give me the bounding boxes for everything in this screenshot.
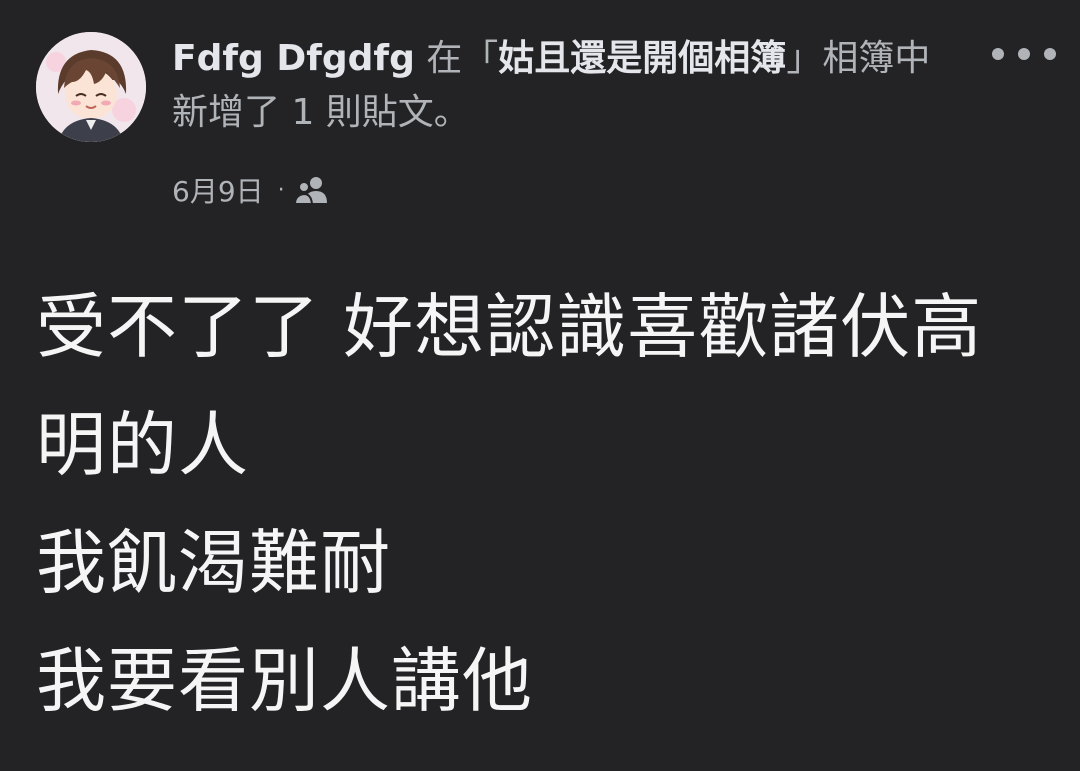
post-date[interactable]: 6月9日 <box>172 170 264 210</box>
more-options-dot <box>1044 48 1056 60</box>
meta-separator: · <box>277 177 285 203</box>
friends-icon[interactable] <box>293 175 329 205</box>
avatar-image <box>36 32 146 142</box>
post-header: Fdfg Dfgdfg 在「姑且還是開個相簿」相簿中新增了 1 則貼文。 <box>172 32 952 140</box>
avatar[interactable] <box>36 32 146 142</box>
post-body-line: 受不了了 好想認識喜歡諸伏高 <box>36 286 983 368</box>
album-link[interactable]: 姑且還是開個相簿 <box>498 38 786 79</box>
post-body: 受不了了 好想認識喜歡諸伏高 明的人 我飢渴難耐 我要看別人講他 <box>36 268 1046 740</box>
post-body-line: 我要看別人講他 <box>36 640 533 722</box>
more-options-button[interactable] <box>992 36 1056 72</box>
more-options-icon <box>992 48 1004 60</box>
author-name[interactable]: Fdfg Dfgdfg <box>172 38 415 79</box>
post-body-line: 我飢渴難耐 <box>36 522 391 604</box>
post-body-line: 明的人 <box>36 404 249 486</box>
action-prefix: 在「 <box>414 38 499 79</box>
more-options-dot <box>1018 48 1030 60</box>
post-meta: 6月9日 · <box>172 170 329 210</box>
post-card: Fdfg Dfgdfg 在「姑且還是開個相簿」相簿中新增了 1 則貼文。 6月9… <box>0 0 1080 771</box>
